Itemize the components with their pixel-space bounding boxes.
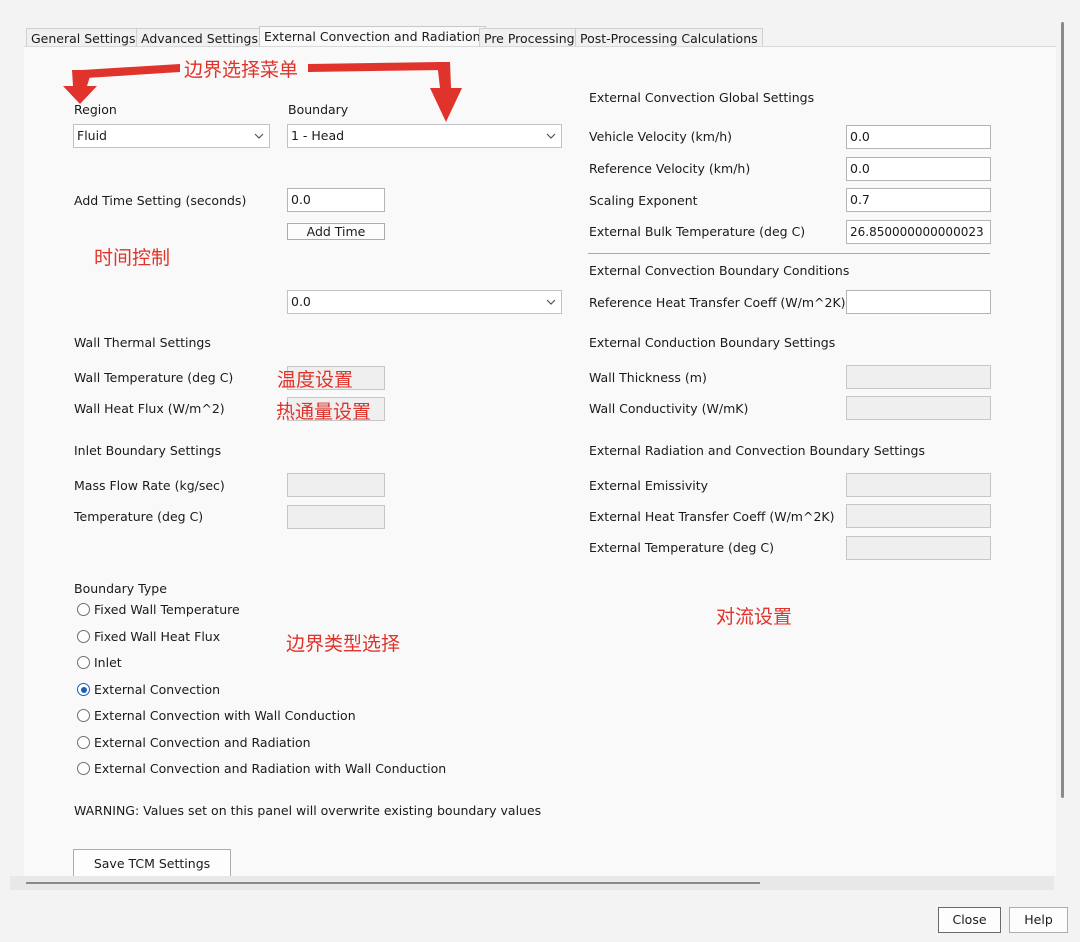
annotation-temperature-setting: 温度设置	[277, 369, 354, 391]
annotation-arrows	[63, 62, 462, 122]
close-button[interactable]: Close	[938, 907, 1001, 933]
annotation-boundary-menu: 边界选择菜单	[184, 59, 299, 81]
annotation-heat-flux-setting: 热通量设置	[276, 401, 372, 423]
arrow-down-icon	[63, 64, 180, 104]
annotation-time-control: 时间控制	[94, 247, 171, 269]
horizontal-scrollbar-thumb[interactable]	[26, 882, 760, 884]
arrow-down-icon	[308, 62, 462, 122]
help-button[interactable]: Help	[1009, 907, 1068, 933]
annotation-boundary-type-select: 边界类型选择	[286, 633, 401, 655]
annotation-convection-setting: 对流设置	[716, 606, 793, 628]
